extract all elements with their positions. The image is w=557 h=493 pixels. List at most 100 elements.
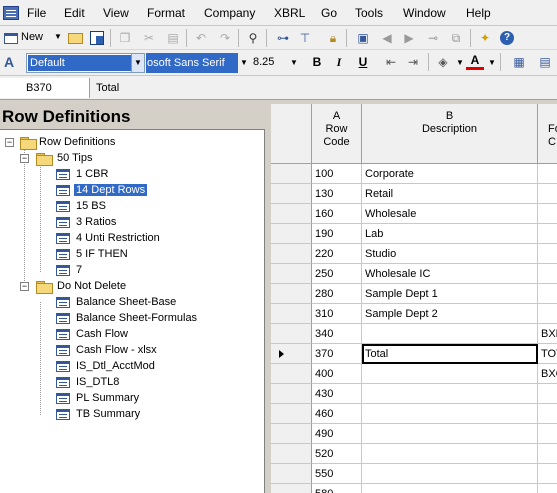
cell-value-input[interactable]: Total (96, 78, 119, 98)
cell-formula[interactable] (538, 284, 557, 304)
italic-icon[interactable]: I (330, 53, 348, 71)
cell-formula[interactable]: TOT (538, 344, 557, 364)
fill-dropdown-icon[interactable]: ▼ (456, 58, 464, 67)
back-icon[interactable]: ◀ (378, 29, 396, 47)
menu-window[interactable]: Window (403, 6, 446, 20)
cell-description[interactable] (362, 464, 538, 484)
cell-formula[interactable] (538, 184, 557, 204)
cell-row-code[interactable]: 580 (312, 484, 362, 493)
cell-description[interactable] (362, 404, 538, 424)
cell-row-code[interactable]: 430 (312, 384, 362, 404)
cell-row-code[interactable]: 220 (312, 244, 362, 264)
undo-icon[interactable]: ↶ (192, 29, 210, 47)
cell-row-code[interactable]: 310 (312, 304, 362, 324)
cell-description[interactable] (362, 364, 538, 384)
cell-description[interactable] (362, 484, 538, 493)
menu-xbrl[interactable]: XBRL (274, 6, 305, 20)
collapse-root-icon[interactable]: − (5, 138, 14, 147)
tree-item-pl-summary[interactable]: PL Summary (56, 391, 141, 406)
menu-company[interactable]: Company (204, 6, 255, 20)
cell-description[interactable] (362, 324, 538, 344)
cell-description[interactable] (362, 424, 538, 444)
cell-description[interactable]: Lab (362, 224, 538, 244)
row-header[interactable] (271, 404, 312, 424)
cell-description[interactable]: Sample Dept 1 (362, 284, 538, 304)
forward-icon[interactable]: ▶ (400, 29, 418, 47)
tree-item-5-if-then[interactable]: 5 IF THEN (56, 247, 130, 262)
link-icon[interactable]: ⊸ (424, 29, 442, 47)
cell-row-code[interactable]: 340 (312, 324, 362, 344)
lock-icon[interactable]: 🔒︎ (324, 29, 342, 47)
row-header[interactable] (271, 304, 312, 324)
app-icon[interactable] (3, 6, 19, 20)
menu-go[interactable]: Go (321, 6, 337, 20)
cell-formula[interactable] (538, 204, 557, 224)
tree-item-7[interactable]: 7 (56, 263, 84, 278)
cell-description[interactable]: Wholesale (362, 204, 538, 224)
tree-folder-50-tips[interactable]: 50 Tips (36, 151, 94, 166)
new-dropdown-icon[interactable]: ▼ (54, 32, 62, 41)
cell-description[interactable]: Retail (362, 184, 538, 204)
menu-view[interactable]: View (103, 6, 129, 20)
increase-indent-icon[interactable]: ⇥ (404, 53, 422, 71)
cell-row-code[interactable]: 400 (312, 364, 362, 384)
collapse-do-not-delete-icon[interactable]: − (20, 282, 29, 291)
cell-row-code[interactable]: 250 (312, 264, 362, 284)
properties-icon[interactable]: ▦ (510, 53, 528, 71)
help-icon[interactable]: ? (498, 29, 516, 47)
tree-item-15-bs[interactable]: 15 BS (56, 199, 108, 214)
copy-icon[interactable]: ❐ (116, 29, 134, 47)
bold-icon[interactable]: B (308, 53, 326, 71)
cell-description[interactable]: Wholesale IC (362, 264, 538, 284)
cell-row-code[interactable]: 460 (312, 404, 362, 424)
font-select[interactable]: osoft Sans Serif (146, 53, 238, 73)
chevron-down-icon[interactable]: ▼ (131, 54, 144, 72)
column-header-a[interactable]: A Row Code (312, 104, 362, 164)
row-header[interactable] (271, 244, 312, 264)
column-header-b[interactable]: B Description (362, 104, 538, 164)
cell-formula[interactable] (538, 244, 557, 264)
cell-row-code[interactable]: 100 (312, 164, 362, 184)
cell-row-code[interactable]: 160 (312, 204, 362, 224)
cell-formula[interactable] (538, 464, 557, 484)
tree-item-balance-sheet-formulas[interactable]: Balance Sheet-Formulas (56, 311, 199, 326)
column-header-c[interactable]: FoC (538, 104, 557, 164)
grid-corner[interactable] (271, 104, 312, 164)
menu-edit[interactable]: Edit (64, 6, 85, 20)
grid-icon[interactable]: ▤ (536, 53, 554, 71)
cell-row-code[interactable]: 550 (312, 464, 362, 484)
row-header[interactable] (271, 164, 312, 184)
cell-formula[interactable]: BXB (538, 324, 557, 344)
hierarchy-icon[interactable]: ⊤ (296, 29, 314, 47)
wizard-icon[interactable]: ✦ (476, 29, 494, 47)
cell-description[interactable]: Studio (362, 244, 538, 264)
cell-row-code[interactable]: 190 (312, 224, 362, 244)
tree-root[interactable]: Row Definitions (20, 135, 117, 150)
tree-item-is-dtl-acctmod[interactable]: IS_Dtl_AcctMod (56, 359, 157, 374)
redo-icon[interactable]: ↷ (216, 29, 234, 47)
save-icon[interactable] (88, 29, 106, 47)
cell-formula[interactable] (538, 304, 557, 324)
tree-item-4-unti-restriction[interactable]: 4 Unti Restriction (56, 231, 162, 246)
find-icon[interactable]: ⚲ (244, 29, 262, 47)
report-icon[interactable]: ▣ (354, 29, 372, 47)
tree-item-14-dept-rows[interactable]: 14 Dept Rows (56, 183, 148, 198)
cell-formula[interactable] (538, 484, 557, 493)
cell-row-code[interactable]: 130 (312, 184, 362, 204)
font-color-icon[interactable]: A (466, 53, 484, 70)
cell-formula[interactable] (538, 404, 557, 424)
cell-formula[interactable] (538, 264, 557, 284)
collapse-50-tips-icon[interactable]: − (20, 154, 29, 163)
cell-formula[interactable] (538, 164, 557, 184)
font-dropdown-icon[interactable]: ▼ (240, 58, 248, 67)
drill-icon[interactable]: ⧉ (447, 29, 465, 47)
row-header[interactable] (271, 344, 312, 364)
decrease-indent-icon[interactable]: ⇤ (382, 53, 400, 71)
cell-formula[interactable]: BXC (538, 364, 557, 384)
cell-formula[interactable] (538, 424, 557, 444)
cell-row-code[interactable]: 490 (312, 424, 362, 444)
menu-help[interactable]: Help (466, 6, 491, 20)
cell-description[interactable] (362, 384, 538, 404)
cell-description[interactable]: Sample Dept 2 (362, 304, 538, 324)
menu-tools[interactable]: Tools (355, 6, 383, 20)
